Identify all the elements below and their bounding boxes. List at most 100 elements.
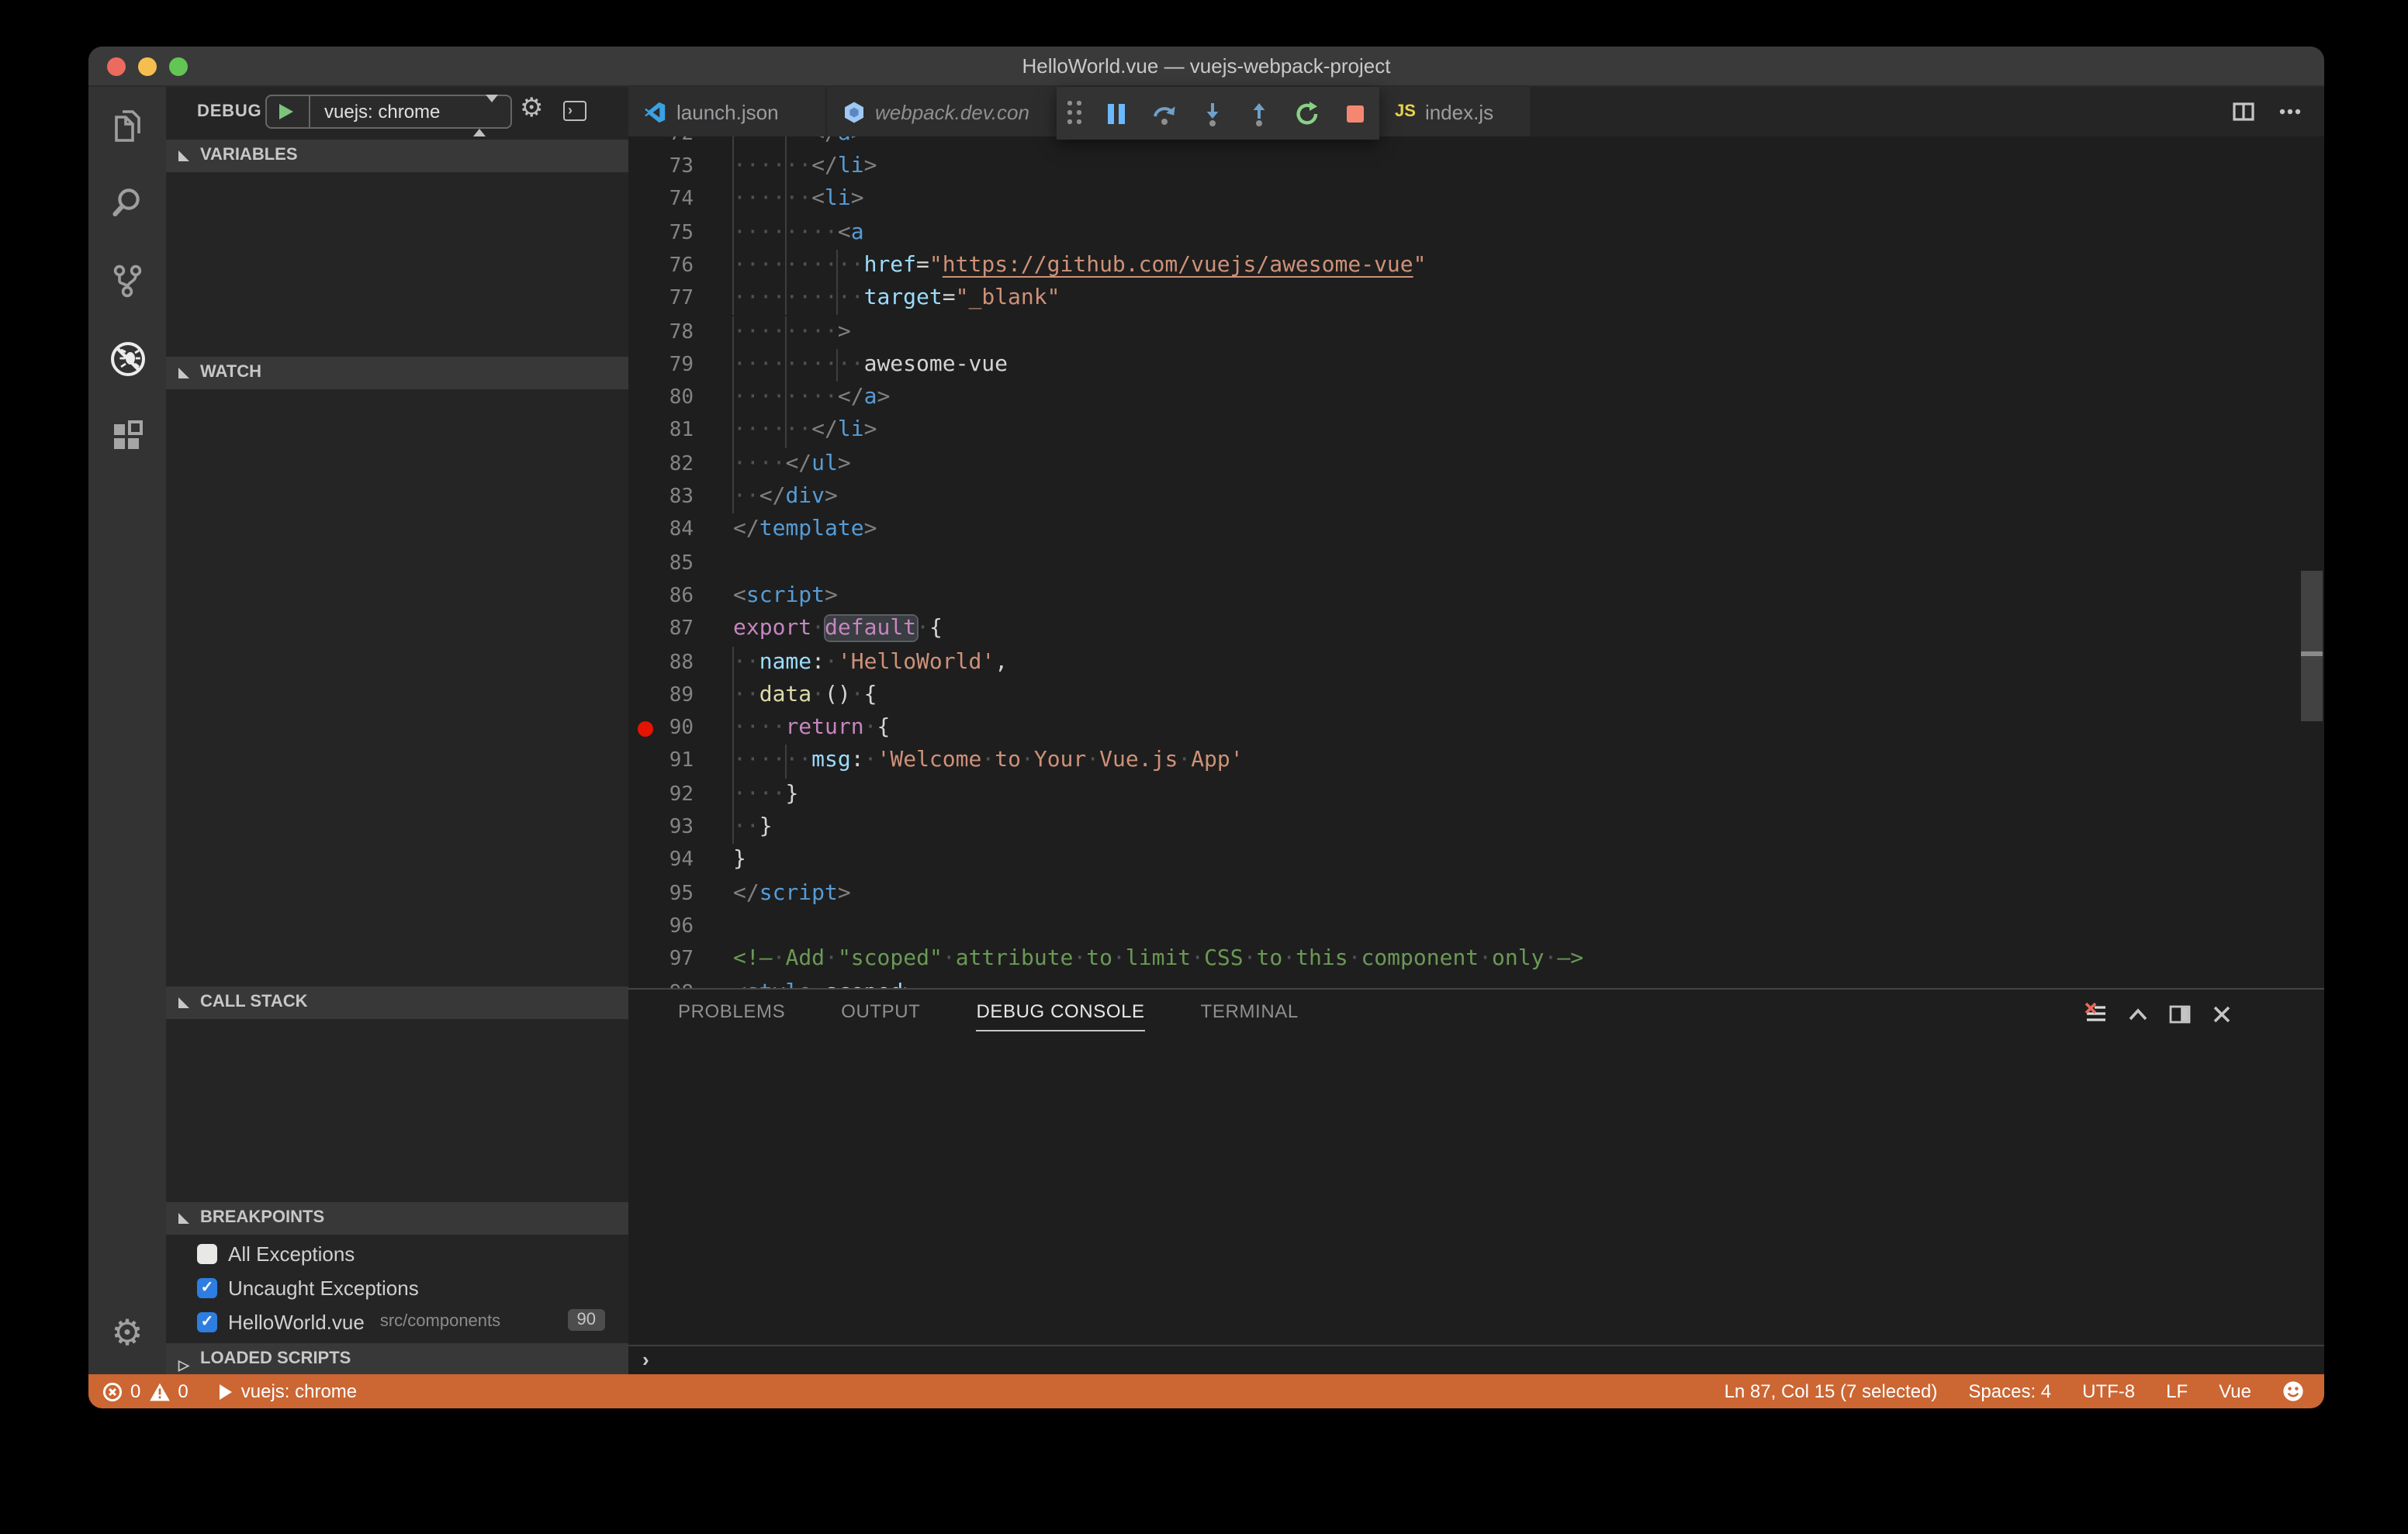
warning-icon — [149, 1382, 170, 1401]
code-line-73[interactable]: 73 ······</li> — [628, 150, 2324, 184]
launch-config-group: vuejs: chrome — [265, 95, 512, 136]
checkbox-checked-icon[interactable]: ✓ — [197, 1277, 217, 1297]
editor-tab-launch-json[interactable]: launch.json — [628, 87, 825, 136]
stop-button[interactable] — [1331, 87, 1379, 140]
minimize-window-button[interactable] — [138, 57, 157, 76]
breakpoints-section-header[interactable]: BREAKPOINTS — [166, 1202, 628, 1235]
step-into-button[interactable] — [1188, 87, 1236, 140]
editor-tab-index-js[interactable]: JS index.js — [1379, 87, 1530, 136]
warnings-status[interactable]: 0 — [148, 1380, 189, 1402]
debug-console-toggle-icon[interactable]: › — [563, 101, 586, 121]
restart-button[interactable] — [1284, 87, 1332, 140]
code-line-96[interactable]: 96 — [628, 910, 2324, 944]
code-line-92[interactable]: 92 ····} — [628, 778, 2324, 811]
code-line-93[interactable]: 93 ··} — [628, 811, 2324, 845]
panel-tab-output[interactable]: OUTPUT — [841, 1000, 920, 1031]
watch-section-header[interactable]: WATCH — [166, 357, 628, 389]
start-debug-icon[interactable] — [279, 104, 293, 119]
code-line-98[interactable]: 98 <style·scoped> — [628, 976, 2324, 988]
editor-tab-webpack-dev-con[interactable]: webpack.dev.con — [827, 87, 1057, 136]
explorer-icon[interactable] — [88, 87, 166, 164]
settings-gear-icon[interactable]: ⚙ — [88, 1303, 166, 1365]
select-spinner-icon[interactable] — [473, 95, 498, 136]
line-number: 86 — [669, 584, 694, 608]
code-line-97[interactable]: 97 <!—·Add·"scoped"·attribute·to·limit·CS… — [628, 943, 2324, 976]
debug-target-status[interactable]: vuejs: chrome — [220, 1380, 357, 1402]
indentation-status[interactable]: Spaces: 4 — [1968, 1380, 2051, 1402]
eol-status[interactable]: LF — [2166, 1380, 2188, 1402]
launch-config-select[interactable]: vuejs: chrome — [324, 96, 440, 127]
split-editor-icon[interactable] — [2231, 99, 2256, 124]
code-line-77[interactable]: 77 ··········target="_blank" — [628, 282, 2324, 316]
code-editor[interactable]: 72 ······</a> 73 ······</li> 74 ······<li> 75 ·… — [628, 136, 2324, 988]
code-line-88[interactable]: 88 ··name:·'HelloWorld', — [628, 646, 2324, 679]
close-window-button[interactable] — [107, 57, 126, 76]
screen: HelloWorld.vue — vuejs-webpack-project ⚙… — [0, 0, 2408, 1534]
console-prompt: › — [642, 1348, 649, 1371]
cursor-position-status[interactable]: Ln 87, Col 15 (7 selected) — [1725, 1380, 1938, 1402]
zoom-window-button[interactable] — [169, 57, 188, 76]
code-line-74[interactable]: 74 ······<li> — [628, 183, 2324, 217]
configure-gear-icon[interactable]: ⚙ — [520, 93, 544, 124]
code-line-82[interactable]: 82 ····</ul> — [628, 447, 2324, 481]
drag-grip-icon[interactable] — [1067, 101, 1083, 126]
split-panel-icon[interactable] — [2168, 1002, 2192, 1027]
code-line-83[interactable]: 83 ··</div> — [628, 481, 2324, 514]
feedback-smiley-icon[interactable] — [2282, 1380, 2304, 1402]
code-line-79[interactable]: 79 ··········awesome-vue — [628, 348, 2324, 382]
selected-text: default — [825, 616, 917, 641]
clear-console-icon[interactable] — [2084, 1002, 2109, 1027]
code-line-72[interactable]: 72 ······</a> — [628, 136, 2324, 150]
breakpoint-dot-icon[interactable] — [638, 720, 653, 737]
breakpoint-label: Uncaught Exceptions — [228, 1276, 419, 1299]
tab-label: webpack.dev.con — [875, 100, 1029, 123]
search-icon[interactable] — [88, 164, 166, 242]
code-line-78[interactable]: 78 ········> — [628, 316, 2324, 349]
breakpoint-item[interactable]: ✓ HelloWorld.vue src/components 90 — [166, 1304, 628, 1339]
callstack-section-header[interactable]: CALL STACK — [166, 986, 628, 1019]
variables-section-header[interactable]: VARIABLES — [166, 140, 628, 172]
code-line-85[interactable]: 85 — [628, 547, 2324, 580]
line-number: 88 — [669, 651, 694, 674]
debug-console-input[interactable]: › — [628, 1345, 2324, 1374]
step-out-button[interactable] — [1236, 87, 1284, 140]
line-number: 98 — [628, 976, 694, 988]
breakpoint-item[interactable]: ✓ Uncaught Exceptions — [166, 1270, 628, 1304]
editor-scrollbar[interactable] — [2301, 571, 2323, 721]
code-line-90[interactable]: 90 ····return·{ — [628, 712, 2324, 745]
source-control-icon[interactable] — [88, 242, 166, 320]
encoding-status[interactable]: UTF-8 — [2082, 1380, 2135, 1402]
code-line-89[interactable]: 89 ··data·()·{ — [628, 679, 2324, 713]
language-mode-status[interactable]: Vue — [2219, 1380, 2251, 1402]
step-over-button[interactable] — [1140, 87, 1188, 140]
panel-tab-terminal[interactable]: TERMINAL — [1201, 1000, 1299, 1031]
panel-tab-problems[interactable]: PROBLEMS — [678, 1000, 785, 1031]
more-actions-icon[interactable] — [2278, 99, 2302, 124]
debug-icon[interactable] — [88, 320, 166, 397]
extensions-icon[interactable] — [88, 397, 166, 475]
line-number: 79 — [669, 353, 694, 377]
breakpoint-path: src/components — [379, 1312, 501, 1331]
code-text: ··</div> — [733, 484, 838, 509]
checkbox-checked-icon[interactable]: ✓ — [197, 1311, 217, 1332]
breakpoint-item[interactable]: All Exceptions — [166, 1236, 628, 1270]
debug-sidebar-toolbar: DEBUG vuejs: chrome ⚙ › — [166, 87, 628, 136]
errors-status[interactable]: 0 — [102, 1380, 140, 1402]
code-line-81[interactable]: 81 ······</li> — [628, 414, 2324, 448]
pause-button[interactable] — [1092, 87, 1140, 140]
checkbox-unchecked-icon[interactable] — [197, 1243, 217, 1263]
code-line-94[interactable]: 94} — [628, 845, 2324, 878]
code-line-95[interactable]: 95 </script> — [628, 877, 2324, 910]
maximize-panel-icon[interactable] — [2126, 1002, 2150, 1027]
code-line-86[interactable]: 86 <script> — [628, 580, 2324, 613]
code-text: ····</ul> — [733, 451, 851, 476]
panel-tab-debug-console[interactable]: DEBUG CONSOLE — [976, 1000, 1145, 1031]
loaded-scripts-section-header[interactable]: ▷ LOADED SCRIPTS — [166, 1343, 628, 1374]
code-line-80[interactable]: 80 ········</a> — [628, 382, 2324, 415]
code-line-76[interactable]: 76 ··········href="https://github.com/vue… — [628, 249, 2324, 283]
code-line-87[interactable]: 87 export·default·{ — [628, 613, 2324, 646]
code-line-75[interactable]: 75 ········<a — [628, 216, 2324, 250]
code-line-84[interactable]: 84 </template> — [628, 514, 2324, 548]
code-line-91[interactable]: 91 ······msg:·'Welcome·to·Your·Vue.js·App… — [628, 745, 2324, 779]
close-panel-icon[interactable] — [2209, 1002, 2234, 1027]
